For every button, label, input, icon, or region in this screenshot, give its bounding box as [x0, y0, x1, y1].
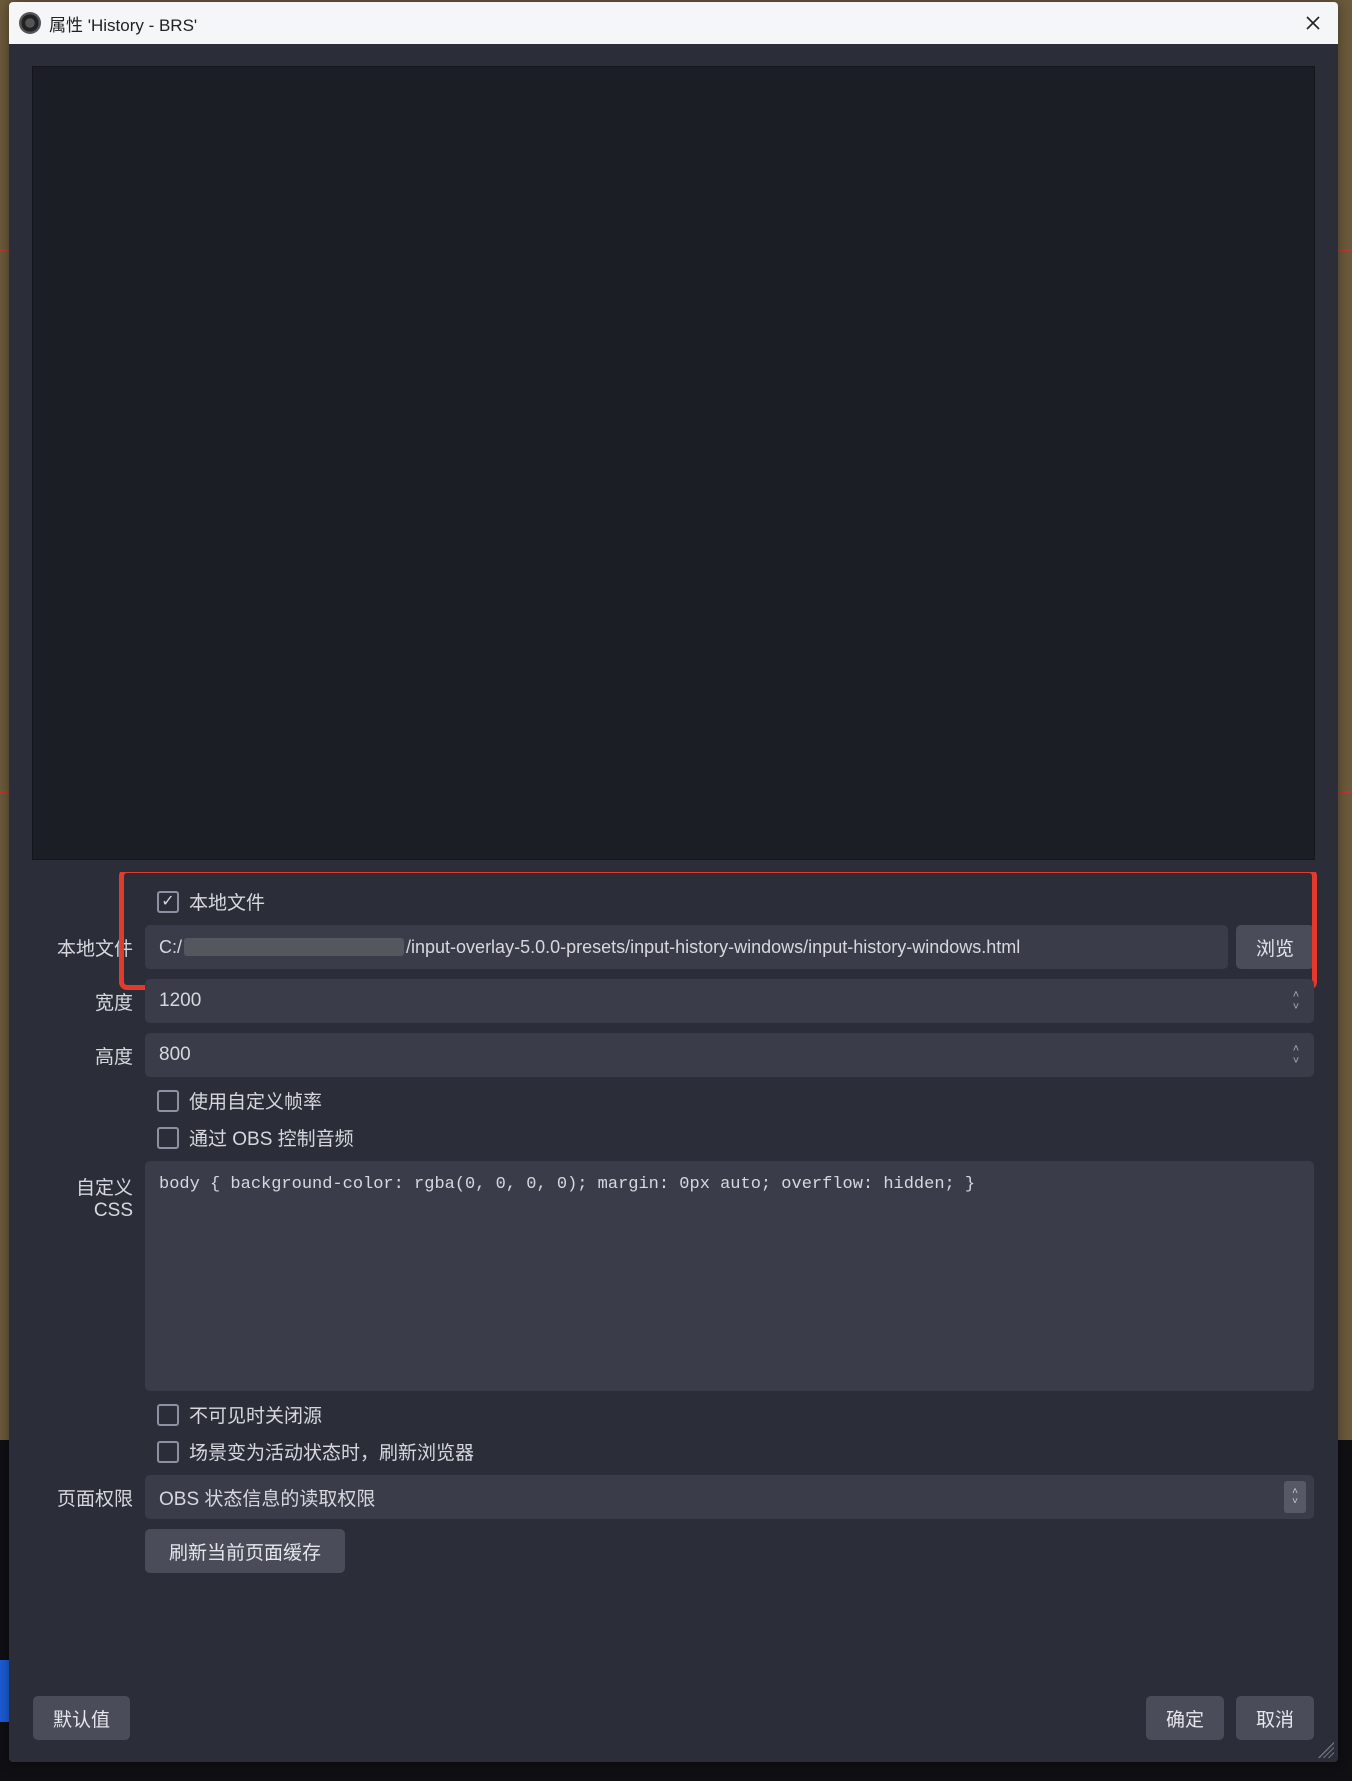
page-permission-select[interactable]: OBS 状态信息的读取权限: [145, 1475, 1314, 1519]
custom-fps-checkbox[interactable]: [157, 1090, 179, 1112]
defaults-button[interactable]: 默认值: [33, 1696, 130, 1740]
control-audio-checkbox[interactable]: [157, 1127, 179, 1149]
custom-css-label: 自定义 CSS: [33, 1161, 145, 1222]
shutdown-label[interactable]: 不可见时关闭源: [189, 1401, 322, 1428]
source-preview: [32, 66, 1315, 860]
height-input[interactable]: [145, 1033, 1314, 1077]
close-button[interactable]: [1296, 6, 1330, 40]
path-suffix: /input-overlay-5.0.0-presets/input-histo…: [406, 937, 1020, 958]
browse-button[interactable]: 浏览: [1236, 925, 1314, 969]
cancel-button[interactable]: 取消: [1236, 1696, 1314, 1740]
chevron-up-icon[interactable]: ˄: [1284, 989, 1308, 1001]
chevron-down-icon[interactable]: ˅: [1284, 1001, 1308, 1013]
width-spinner[interactable]: ˄˅: [1284, 983, 1308, 1019]
control-audio-label[interactable]: 通过 OBS 控制音频: [189, 1124, 354, 1151]
refresh-cache-row: 刷新当前页面缓存: [33, 1529, 1314, 1573]
page-permission-label: 页面权限: [33, 1484, 145, 1511]
height-label: 高度: [33, 1042, 145, 1069]
refresh-cache-button[interactable]: 刷新当前页面缓存: [145, 1529, 345, 1573]
chevron-up-icon[interactable]: ˄: [1284, 1043, 1308, 1055]
obs-icon: [19, 12, 41, 34]
shutdown-row: 不可见时关闭源: [33, 1401, 1314, 1428]
width-input[interactable]: [145, 979, 1314, 1023]
ok-button[interactable]: 确定: [1146, 1696, 1224, 1740]
redacted-path-segment: [184, 938, 404, 956]
refresh-on-active-label[interactable]: 场景变为活动状态时，刷新浏览器: [189, 1438, 474, 1465]
local-file-checkbox-label[interactable]: 本地文件: [189, 888, 265, 915]
window-title: 属性 'History - BRS': [49, 11, 197, 36]
select-arrow-icon[interactable]: ˄˅: [1284, 1481, 1306, 1513]
width-row: 宽度 ˄˅: [33, 979, 1314, 1023]
close-icon: [1304, 14, 1322, 32]
shutdown-checkbox[interactable]: [157, 1404, 179, 1426]
custom-css-row: 自定义 CSS: [33, 1161, 1314, 1391]
width-label: 宽度: [33, 988, 145, 1015]
custom-css-textarea[interactable]: [145, 1161, 1314, 1391]
control-audio-row: 通过 OBS 控制音频: [33, 1124, 1314, 1151]
custom-fps-row: 使用自定义帧率: [33, 1087, 1314, 1114]
dialog-footer: 默认值 确定 取消: [9, 1678, 1338, 1762]
page-permission-value: OBS 状态信息的读取权限: [159, 1484, 375, 1511]
chevron-down-icon[interactable]: ˅: [1284, 1055, 1308, 1067]
local-file-checkbox-row: 本地文件: [33, 888, 1314, 915]
form-area: 本地文件 本地文件 C:/ /input-overlay-5.0.0-prese…: [9, 872, 1338, 1678]
properties-dialog: 属性 'History - BRS' 本地文件 本地文件 C:/ /input-…: [9, 2, 1338, 1762]
titlebar[interactable]: 属性 'History - BRS': [9, 2, 1338, 44]
local-file-label: 本地文件: [33, 934, 145, 961]
local-file-row: 本地文件 C:/ /input-overlay-5.0.0-presets/in…: [33, 925, 1314, 969]
local-file-checkbox[interactable]: [157, 891, 179, 913]
custom-fps-label[interactable]: 使用自定义帧率: [189, 1087, 322, 1114]
resize-grip[interactable]: [1318, 1742, 1334, 1758]
local-file-path-input[interactable]: C:/ /input-overlay-5.0.0-presets/input-h…: [145, 925, 1228, 969]
page-permission-row: 页面权限 OBS 状态信息的读取权限 ˄˅: [33, 1475, 1314, 1519]
path-prefix: C:/: [159, 937, 182, 958]
height-spinner[interactable]: ˄˅: [1284, 1037, 1308, 1073]
refresh-on-active-checkbox[interactable]: [157, 1441, 179, 1463]
refresh-on-active-row: 场景变为活动状态时，刷新浏览器: [33, 1438, 1314, 1465]
height-row: 高度 ˄˅: [33, 1033, 1314, 1077]
